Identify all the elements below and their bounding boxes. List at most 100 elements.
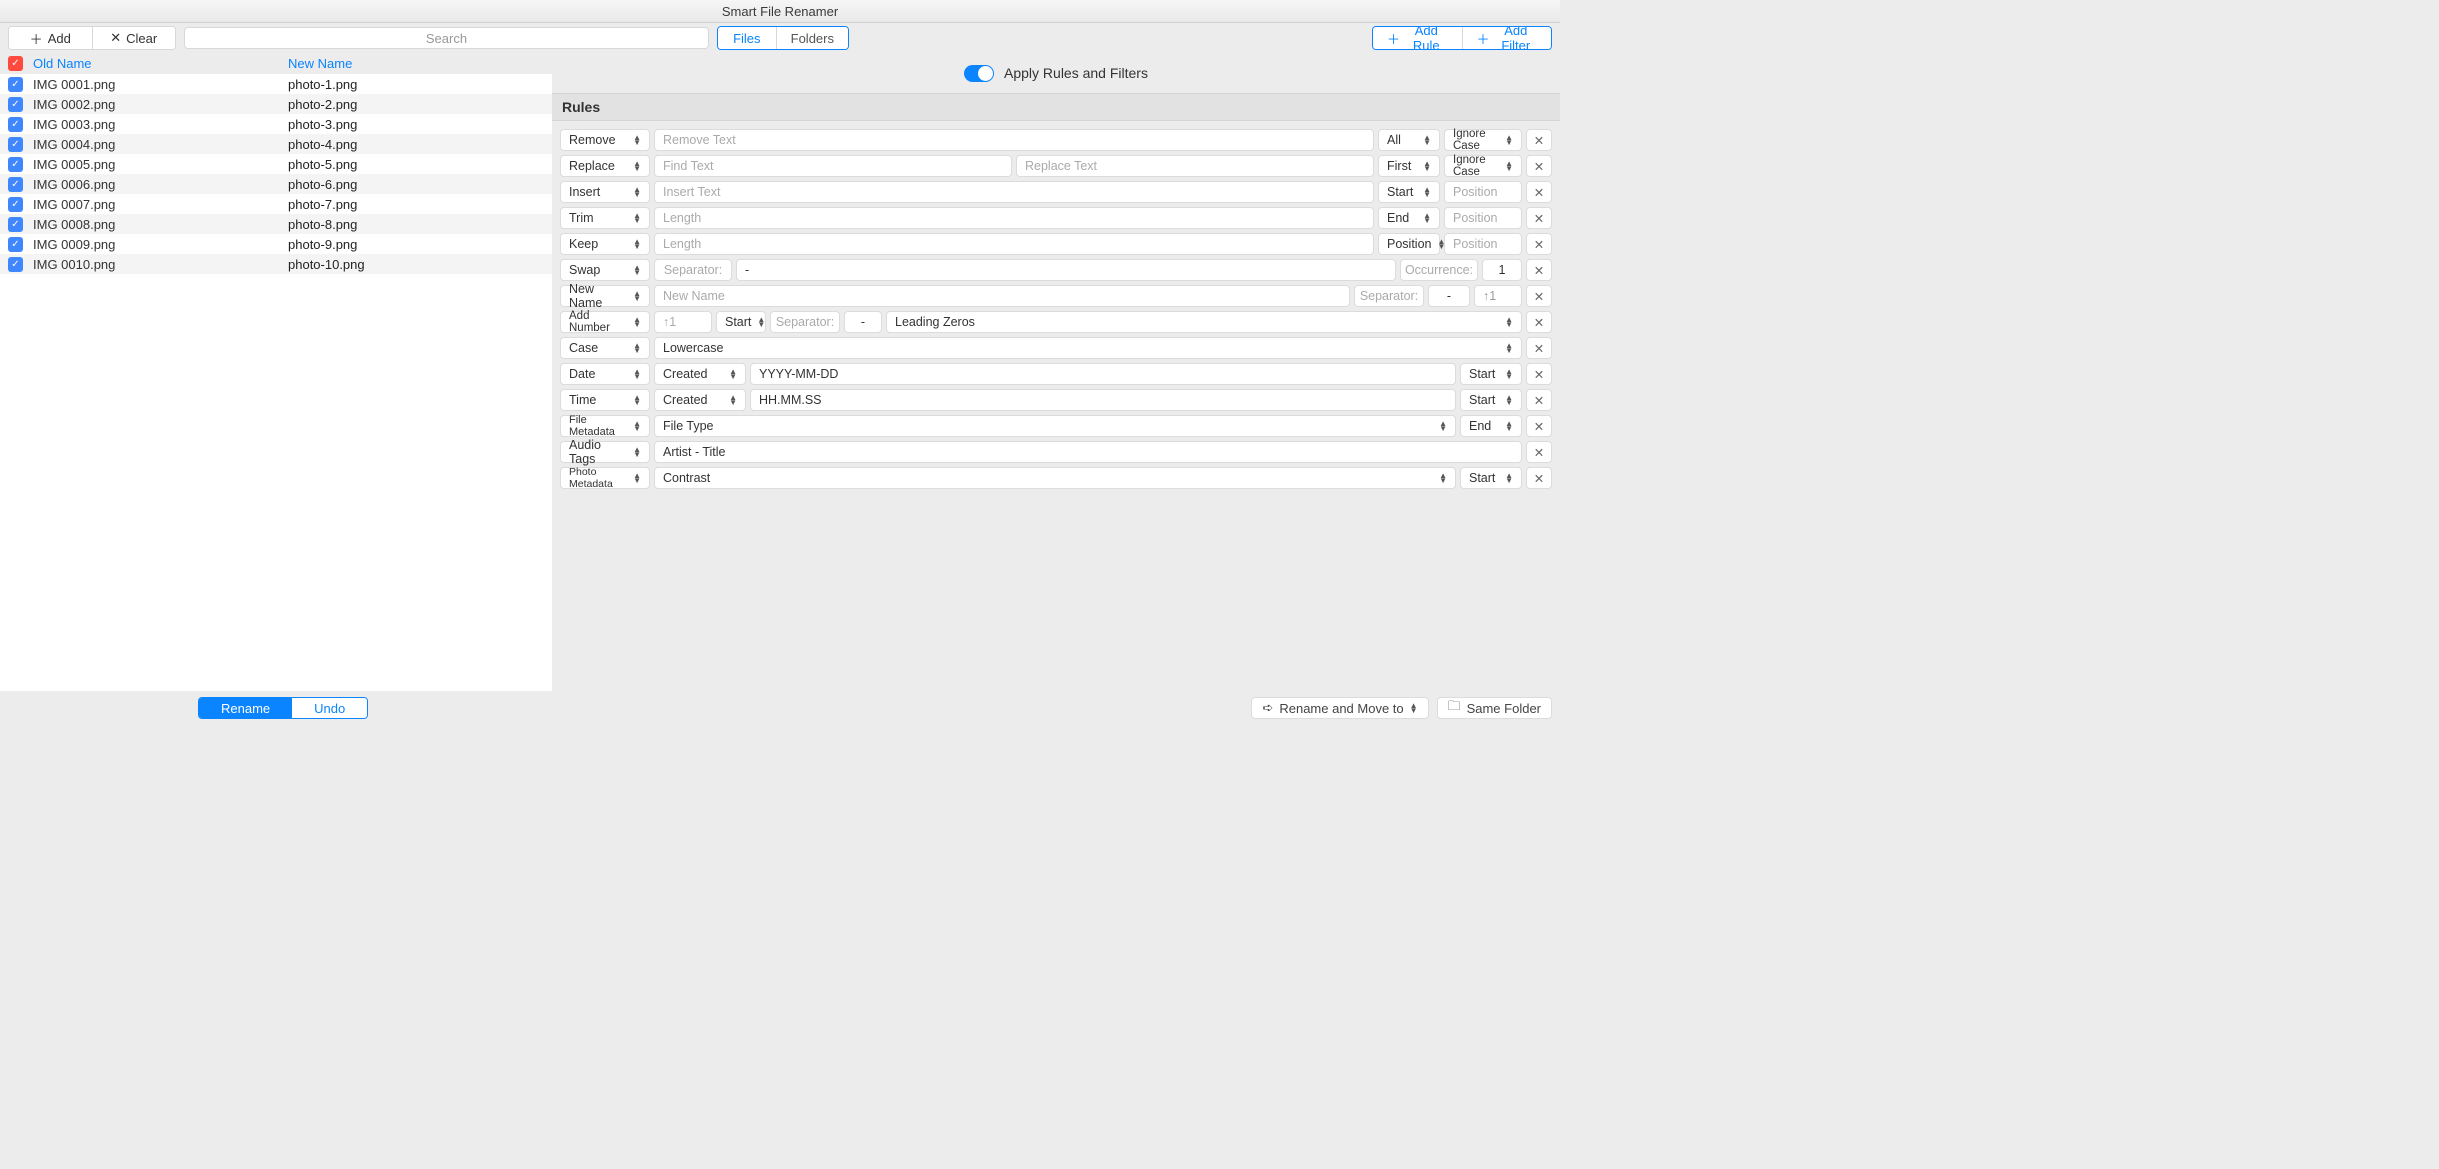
old-name-header[interactable]: Old Name — [33, 56, 288, 71]
date-source-select[interactable]: Created▲▼ — [654, 363, 746, 385]
rule-type-select[interactable]: Keep▲▼ — [560, 233, 650, 255]
undo-button[interactable]: Undo — [292, 698, 367, 718]
remove-rule-button[interactable]: ✕ — [1526, 389, 1552, 411]
audio-format-input[interactable]: Artist - Title — [654, 441, 1522, 463]
rule-type-select[interactable]: Audio Tags▲▼ — [560, 441, 650, 463]
row-checkbox[interactable]: ✓ — [8, 77, 23, 92]
anchor-select[interactable]: Start▲▼ — [1378, 181, 1440, 203]
table-row[interactable]: ✓IMG 0003.pngphoto-3.png — [0, 114, 552, 134]
rule-type-select[interactable]: Trim▲▼ — [560, 207, 650, 229]
remove-rule-button[interactable]: ✕ — [1526, 441, 1552, 463]
position-input[interactable]: Position — [1444, 233, 1522, 255]
row-checkbox[interactable]: ✓ — [8, 257, 23, 272]
meta-field-select[interactable]: File Type▲▼ — [654, 415, 1456, 437]
separator-input[interactable]: - — [736, 259, 1396, 281]
remove-rule-button[interactable]: ✕ — [1526, 363, 1552, 385]
apply-toggle[interactable] — [964, 65, 994, 82]
table-row[interactable]: ✓IMG 0002.pngphoto-2.png — [0, 94, 552, 114]
table-row[interactable]: ✓IMG 0004.pngphoto-4.png — [0, 134, 552, 154]
time-format-input[interactable]: HH.MM.SS — [750, 389, 1456, 411]
rule-type-select[interactable]: Photo Metadata▲▼ — [560, 467, 650, 489]
anchor-select[interactable]: Start▲▼ — [1460, 363, 1522, 385]
add-rule-button[interactable]: ＋Add Rule — [1373, 27, 1462, 49]
remove-rule-button[interactable]: ✕ — [1526, 415, 1552, 437]
row-checkbox[interactable]: ✓ — [8, 157, 23, 172]
new-name-header[interactable]: New Name — [288, 56, 352, 71]
remove-rule-button[interactable]: ✕ — [1526, 155, 1552, 177]
folder-select[interactable]: 🗀Same Folder — [1437, 697, 1552, 719]
rename-button[interactable]: Rename — [199, 698, 292, 718]
occurrence-input[interactable]: 1 — [1482, 259, 1522, 281]
add-button[interactable]: ＋Add — [9, 27, 92, 49]
table-row[interactable]: ✓IMG 0007.pngphoto-7.png — [0, 194, 552, 214]
row-checkbox[interactable]: ✓ — [8, 117, 23, 132]
table-row[interactable]: ✓IMG 0009.pngphoto-9.png — [0, 234, 552, 254]
case-select[interactable]: Ignore Case▲▼ — [1444, 155, 1522, 177]
rule-type-select[interactable]: Insert▲▼ — [560, 181, 650, 203]
table-row[interactable]: ✓IMG 0005.pngphoto-5.png — [0, 154, 552, 174]
row-checkbox[interactable]: ✓ — [8, 137, 23, 152]
rule-type-select[interactable]: Replace▲▼ — [560, 155, 650, 177]
separator-input[interactable]: - — [844, 311, 882, 333]
rule-type-select[interactable]: File Metadata▲▼ — [560, 415, 650, 437]
rule-type-select[interactable]: Swap▲▼ — [560, 259, 650, 281]
position-input[interactable]: Position — [1444, 181, 1522, 203]
tab-files[interactable]: Files — [718, 27, 776, 49]
rule-type-select[interactable]: Date▲▼ — [560, 363, 650, 385]
remove-rule-button[interactable]: ✕ — [1526, 467, 1552, 489]
remove-rule-button[interactable]: ✕ — [1526, 285, 1552, 307]
rule-type-select[interactable]: Case▲▼ — [560, 337, 650, 359]
rename-move-select[interactable]: ➪Rename and Move to▲▼ — [1251, 697, 1428, 719]
rule-type-select[interactable]: Add Number▲▼ — [560, 311, 650, 333]
length-input[interactable]: Length — [654, 233, 1374, 255]
remove-rule-button[interactable]: ✕ — [1526, 207, 1552, 229]
anchor-select[interactable]: Start▲▼ — [1460, 467, 1522, 489]
photo-field-select[interactable]: Contrast▲▼ — [654, 467, 1456, 489]
clear-button[interactable]: ✕Clear — [92, 27, 176, 49]
leading-zeros-select[interactable]: Leading Zeros▲▼ — [886, 311, 1522, 333]
table-row[interactable]: ✓IMG 0010.pngphoto-10.png — [0, 254, 552, 274]
insert-text-input[interactable]: Insert Text — [654, 181, 1374, 203]
case-mode-select[interactable]: Lowercase▲▼ — [654, 337, 1522, 359]
remove-rule-button[interactable]: ✕ — [1526, 311, 1552, 333]
table-row[interactable]: ✓IMG 0006.pngphoto-6.png — [0, 174, 552, 194]
row-checkbox[interactable]: ✓ — [8, 217, 23, 232]
separator-input[interactable]: - — [1428, 285, 1470, 307]
remove-rule-button[interactable]: ✕ — [1526, 259, 1552, 281]
tab-folders[interactable]: Folders — [776, 27, 848, 49]
anchor-select[interactable]: End▲▼ — [1378, 207, 1440, 229]
anchor-select[interactable]: Position▲▼ — [1378, 233, 1440, 255]
anchor-select[interactable]: Start▲▼ — [716, 311, 766, 333]
rule-type-select[interactable]: New Name▲▼ — [560, 285, 650, 307]
row-checkbox[interactable]: ✓ — [8, 197, 23, 212]
remove-rule-button[interactable]: ✕ — [1526, 181, 1552, 203]
rule-type-select[interactable]: Time▲▼ — [560, 389, 650, 411]
rule-type-select[interactable]: Remove▲▼ — [560, 129, 650, 151]
remove-rule-button[interactable]: ✕ — [1526, 233, 1552, 255]
anchor-select[interactable]: Start▲▼ — [1460, 389, 1522, 411]
start-num-input[interactable]: ↑1 — [1474, 285, 1522, 307]
remove-text-input[interactable]: Remove Text — [654, 129, 1374, 151]
length-input[interactable]: Length — [654, 207, 1374, 229]
table-row[interactable]: ✓IMG 0001.pngphoto-1.png — [0, 74, 552, 94]
remove-rule-button[interactable]: ✕ — [1526, 337, 1552, 359]
search-input[interactable]: Search — [184, 27, 709, 49]
replace-text-input[interactable]: Replace Text — [1016, 155, 1374, 177]
find-text-input[interactable]: Find Text — [654, 155, 1012, 177]
row-checkbox[interactable]: ✓ — [8, 237, 23, 252]
newname-input[interactable]: New Name — [654, 285, 1350, 307]
date-format-input[interactable]: YYYY-MM-DD — [750, 363, 1456, 385]
start-num-input[interactable]: ↑1 — [654, 311, 712, 333]
time-source-select[interactable]: Created▲▼ — [654, 389, 746, 411]
remove-rule-button[interactable]: ✕ — [1526, 129, 1552, 151]
anchor-select[interactable]: End▲▼ — [1460, 415, 1522, 437]
case-select[interactable]: Ignore Case▲▼ — [1444, 129, 1522, 151]
select-all-checkbox[interactable]: ✓ — [8, 56, 23, 71]
position-input[interactable]: Position — [1444, 207, 1522, 229]
table-row[interactable]: ✓IMG 0008.pngphoto-8.png — [0, 214, 552, 234]
add-filter-button[interactable]: ＋Add Filter — [1462, 27, 1552, 49]
row-checkbox[interactable]: ✓ — [8, 177, 23, 192]
scope-select[interactable]: All▲▼ — [1378, 129, 1440, 151]
row-checkbox[interactable]: ✓ — [8, 97, 23, 112]
scope-select[interactable]: First▲▼ — [1378, 155, 1440, 177]
